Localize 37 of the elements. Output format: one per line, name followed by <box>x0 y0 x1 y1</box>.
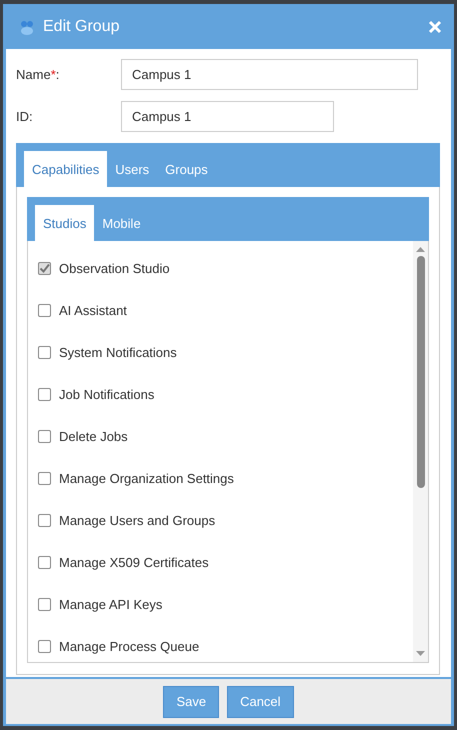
checkbox[interactable] <box>38 556 51 568</box>
tab[interactable]: Mobile <box>94 205 149 241</box>
dialog-button[interactable]: Save <box>163 686 220 718</box>
window-title: Edit Group <box>43 18 120 36</box>
checkbox[interactable] <box>38 304 51 316</box>
field-label: ID: <box>16 109 34 124</box>
checkbox-label: Job Notifications <box>59 386 154 402</box>
scrollbar[interactable] <box>413 241 428 662</box>
checkbox-label: Manage Process Queue <box>59 638 200 654</box>
scroll-down-icon[interactable] <box>416 651 425 657</box>
field-label: Name*: <box>16 67 60 82</box>
text-field[interactable]: Campus 1 <box>121 101 334 132</box>
checkbox[interactable] <box>38 514 51 526</box>
checkbox-label: Manage X509 Certificates <box>59 554 209 570</box>
checkbox[interactable] <box>38 388 51 400</box>
tab[interactable]: Groups <box>157 151 216 187</box>
checkbox-label: System Notifications <box>59 344 177 360</box>
checkbox[interactable] <box>38 472 51 484</box>
checkbox-label: Observation Studio <box>59 260 170 276</box>
tab[interactable]: Capabilities <box>24 151 108 187</box>
checkbox-label: Delete Jobs <box>59 428 128 444</box>
scroll-up-icon[interactable] <box>416 246 425 252</box>
checkbox-label: Manage Organization Settings <box>59 470 234 486</box>
checkbox-label: Manage API Keys <box>59 596 162 612</box>
dialog-button[interactable]: Cancel <box>227 686 294 718</box>
checkbox[interactable] <box>38 430 51 442</box>
checkbox-label: AI Assistant <box>59 302 127 318</box>
checkbox[interactable] <box>38 262 51 274</box>
text-field[interactable]: Campus 1 <box>121 59 418 90</box>
group-icon <box>19 18 35 34</box>
tab[interactable]: Users <box>107 151 158 187</box>
checkbox[interactable] <box>38 640 51 652</box>
tab[interactable]: Studios <box>35 205 94 241</box>
checkbox[interactable] <box>38 598 51 610</box>
close-button[interactable] <box>428 20 442 34</box>
checkbox[interactable] <box>38 346 51 358</box>
checkbox-label: Manage Users and Groups <box>59 512 216 528</box>
